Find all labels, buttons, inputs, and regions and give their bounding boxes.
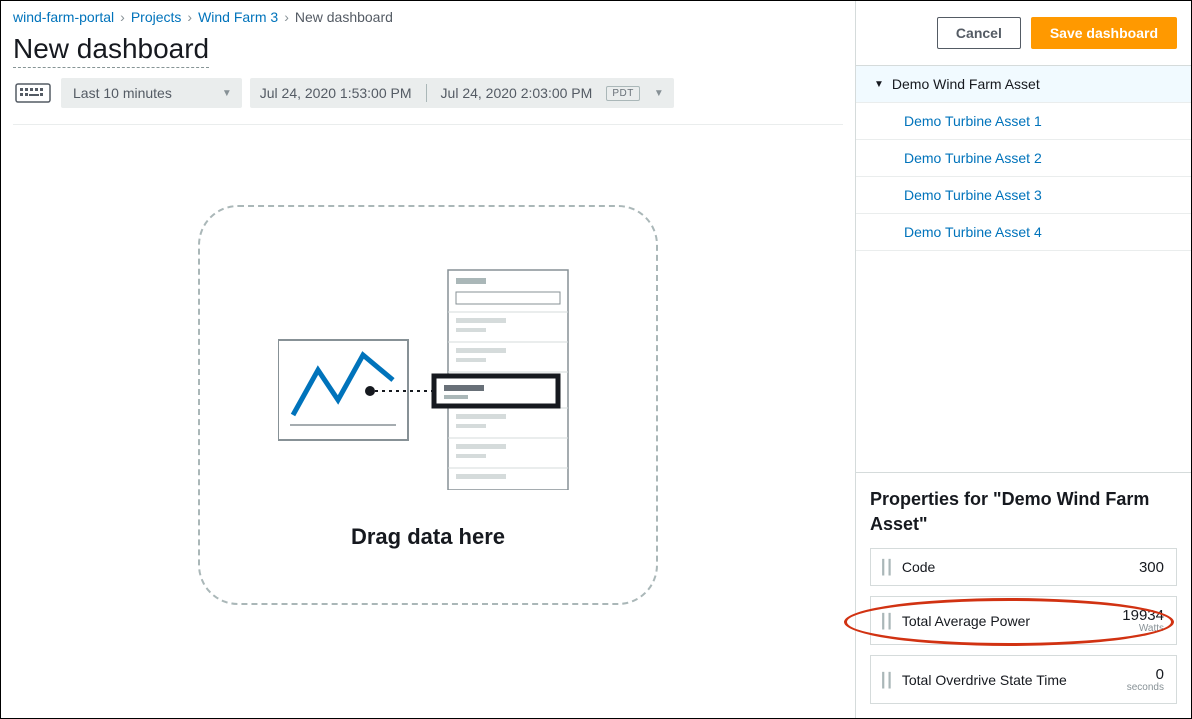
property-row[interactable]: ┃┃ Code 300 — [870, 548, 1177, 586]
divider — [426, 84, 427, 102]
asset-tree-child[interactable]: Demo Turbine Asset 4 — [856, 214, 1191, 251]
keyboard-icon[interactable] — [13, 81, 53, 105]
drag-handle-icon[interactable]: ┃┃ — [879, 618, 892, 624]
page-title[interactable]: New dashboard — [13, 33, 209, 68]
dashboard-dropzone[interactable]: Drag data here — [198, 205, 658, 605]
asset-tree-child[interactable]: Demo Turbine Asset 3 — [856, 177, 1191, 214]
save-dashboard-button[interactable]: Save dashboard — [1031, 17, 1177, 49]
breadcrumb-link-windfarm[interactable]: Wind Farm 3 — [198, 9, 278, 25]
drag-handle-icon[interactable]: ┃┃ — [879, 677, 892, 683]
asset-tree-parent[interactable]: ▼ Demo Wind Farm Asset — [856, 66, 1191, 103]
property-name: Code — [902, 559, 1129, 575]
property-value: 300 — [1139, 559, 1164, 576]
action-bar: Cancel Save dashboard — [856, 1, 1191, 65]
drag-handle-icon[interactable]: ┃┃ — [879, 564, 892, 570]
asset-tree: ▼ Demo Wind Farm Asset Demo Turbine Asse… — [856, 65, 1191, 251]
properties-heading: Properties for "Demo Wind Farm Asset" — [856, 472, 1191, 548]
properties-list: ┃┃ Code 300 ┃┃ Total Average Power 19934… — [856, 548, 1191, 718]
asset-parent-label: Demo Wind Farm Asset — [892, 76, 1040, 92]
caret-down-icon: ▼ — [222, 88, 232, 99]
asset-tree-child[interactable]: Demo Turbine Asset 1 — [856, 103, 1191, 140]
property-unit: Watts — [1122, 623, 1164, 634]
time-range-dates[interactable]: Jul 24, 2020 1:53:00 PM Jul 24, 2020 2:0… — [250, 78, 674, 108]
drag-illustration-icon — [278, 260, 578, 490]
breadcrumb: wind-farm-portal › Projects › Wind Farm … — [13, 5, 843, 33]
asset-tree-child[interactable]: Demo Turbine Asset 2 — [856, 140, 1191, 177]
breadcrumb-link-portal[interactable]: wind-farm-portal — [13, 9, 114, 25]
time-range-bar: Last 10 minutes ▼ Jul 24, 2020 1:53:00 P… — [13, 78, 843, 108]
time-range-label: Last 10 minutes — [73, 85, 172, 101]
breadcrumb-current: New dashboard — [295, 9, 393, 25]
property-row[interactable]: ┃┃ Total Average Power 19934 Watts — [870, 596, 1177, 645]
time-range-selector[interactable]: Last 10 minutes ▼ — [61, 78, 242, 108]
breadcrumb-link-projects[interactable]: Projects — [131, 9, 182, 25]
property-unit: seconds — [1127, 682, 1164, 693]
time-end: Jul 24, 2020 2:03:00 PM — [441, 85, 593, 101]
cancel-button[interactable]: Cancel — [937, 17, 1021, 49]
triangle-down-icon: ▼ — [874, 79, 884, 90]
time-start: Jul 24, 2020 1:53:00 PM — [260, 85, 412, 101]
chevron-right-icon: › — [187, 9, 192, 25]
property-name: Total Average Power — [902, 613, 1112, 629]
property-value: 0 — [1156, 666, 1164, 683]
caret-down-icon: ▼ — [654, 88, 664, 99]
property-value: 19934 — [1122, 607, 1164, 624]
timezone-badge: PDT — [606, 86, 640, 101]
chevron-right-icon: › — [120, 9, 125, 25]
dropzone-text: Drag data here — [351, 524, 505, 550]
property-name: Total Overdrive State Time — [902, 672, 1117, 688]
property-row[interactable]: ┃┃ Total Overdrive State Time 0 seconds — [870, 655, 1177, 704]
chevron-right-icon: › — [284, 9, 289, 25]
